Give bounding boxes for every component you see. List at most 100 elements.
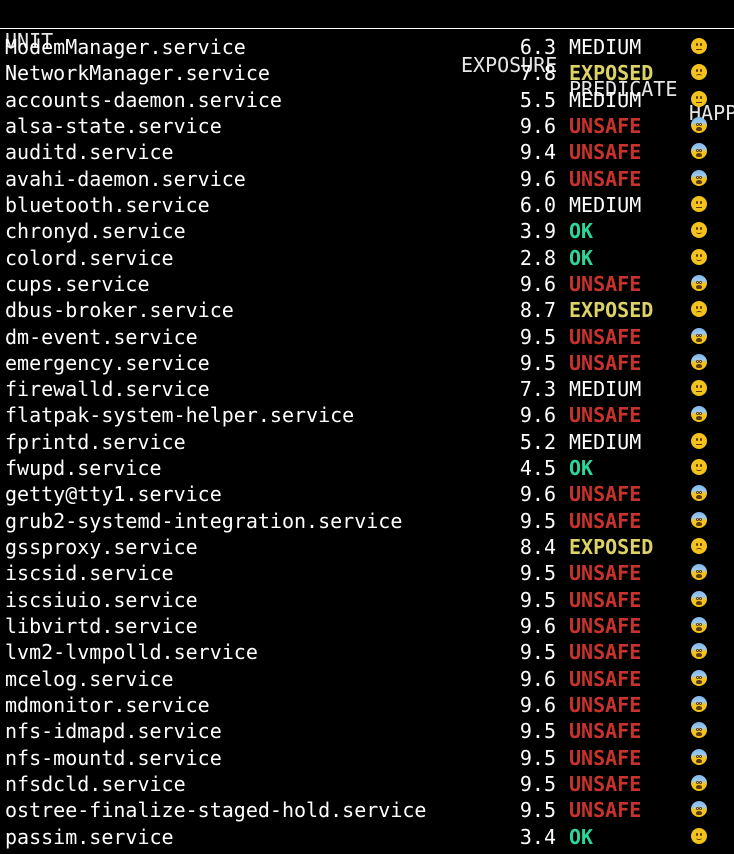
unit-name: avahi-daemon.service xyxy=(5,166,246,191)
predicate-value: OK xyxy=(569,219,594,244)
exposure-value: 9.4 xyxy=(519,140,556,165)
exposure-value: 9.5 xyxy=(519,350,556,375)
fearful-face-icon xyxy=(691,590,707,607)
unit-name: iscsid.service xyxy=(5,561,174,586)
happy-cell xyxy=(689,402,709,428)
slightly-smiling-face-icon xyxy=(691,222,707,239)
unit-name: ostree-finalize-staged-hold.service xyxy=(5,798,427,823)
predicate-value: UNSAFE xyxy=(569,350,642,375)
happy-cell xyxy=(689,666,709,692)
predicate-value: UNSAFE xyxy=(569,271,642,296)
table-row: grub2-systemd-integration.service 9.5 UNSA… xyxy=(0,508,734,534)
table-row: alsa-state.service 9.6 UNSAFE xyxy=(0,113,734,139)
happy-cell xyxy=(689,824,709,850)
unit-name: grub2-systemd-integration.service xyxy=(5,508,403,533)
unit-name: auditd.service xyxy=(5,140,174,165)
neutral-face-icon xyxy=(691,380,707,397)
table-row: colord.service 2.8 OK xyxy=(0,245,734,271)
exposure-value: 9.5 xyxy=(519,745,556,770)
table-row: nfs-idmapd.service 9.5 UNSAFE xyxy=(0,718,734,744)
fearful-face-icon xyxy=(691,669,707,686)
unit-name: iscsiuio.service xyxy=(5,587,198,612)
predicate-value: EXPOSED xyxy=(569,535,654,560)
table-row: nfs-mountd.service 9.5 UNSAFE xyxy=(0,745,734,771)
unit-name: emergency.service xyxy=(5,350,210,375)
neutral-face-icon xyxy=(691,38,707,54)
exposure-value: 8.7 xyxy=(519,298,556,323)
header-underline xyxy=(0,28,734,29)
neutral-face-icon xyxy=(691,90,707,107)
predicate-value: MEDIUM xyxy=(569,429,642,454)
table-row: mcelog.service 9.6 UNSAFE xyxy=(0,666,734,692)
fearful-face-icon xyxy=(691,406,707,423)
fearful-face-icon xyxy=(691,116,707,133)
fearful-face-icon xyxy=(691,327,707,344)
predicate-value: EXPOSED xyxy=(569,298,654,323)
unit-name: libvirtd.service xyxy=(5,614,198,639)
slightly-frowning-face-icon xyxy=(691,301,707,318)
predicate-value: UNSAFE xyxy=(569,508,642,533)
exposure-value: 3.9 xyxy=(519,219,556,244)
table-header: UNIT EXPOSURE PREDICATE HAPP xyxy=(0,5,734,125)
table-row: accounts-daemon.service 5.5 MEDIUM xyxy=(0,87,734,113)
exposure-value: 9.5 xyxy=(519,587,556,612)
exposure-value: 2.8 xyxy=(519,245,556,270)
exposure-value: 9.6 xyxy=(519,666,556,691)
exposure-value: 9.5 xyxy=(519,324,556,349)
predicate-value: MEDIUM xyxy=(569,35,642,59)
table-row: cups.service 9.6 UNSAFE xyxy=(0,271,734,297)
exposure-value: 9.6 xyxy=(519,614,556,639)
happy-cell xyxy=(689,587,709,613)
unit-name: cups.service xyxy=(5,271,150,296)
predicate-value: OK xyxy=(569,456,594,481)
unit-name: dbus-broker.service xyxy=(5,298,234,323)
exposure-value: 4.5 xyxy=(519,456,556,481)
exposure-value: 9.5 xyxy=(519,719,556,744)
table-row: auditd.service 9.4 UNSAFE xyxy=(0,139,734,165)
unit-name: gssproxy.service xyxy=(5,535,198,560)
unit-name: ModemManager.service xyxy=(5,35,246,59)
predicate-value: UNSAFE xyxy=(569,324,642,349)
predicate-value: UNSAFE xyxy=(569,561,642,586)
happy-cell xyxy=(689,376,709,402)
exposure-value: 6.3 xyxy=(519,35,556,59)
unit-name: nfs-idmapd.service xyxy=(5,719,222,744)
table-row: ostree-finalize-staged-hold.service 9.5 UN… xyxy=(0,797,734,823)
table-row: flatpak-system-helper.service 9.6 UNSAFE xyxy=(0,402,734,428)
happy-cell xyxy=(689,508,709,534)
unit-name: fprintd.service xyxy=(5,429,186,454)
table-row: iscsiuio.service 9.5 UNSAFE xyxy=(0,587,734,613)
happy-cell xyxy=(689,350,709,376)
unit-name: dm-event.service xyxy=(5,324,198,349)
happy-cell xyxy=(689,639,709,665)
table-row: NetworkManager.service 7.8 EXPOSED xyxy=(0,60,734,86)
predicate-value: UNSAFE xyxy=(569,482,642,507)
slightly-smiling-face-icon xyxy=(691,459,707,476)
predicate-value: UNSAFE xyxy=(569,587,642,612)
table-row: chronyd.service 3.9 OK xyxy=(0,218,734,244)
happy-cell xyxy=(689,139,709,165)
predicate-value: UNSAFE xyxy=(569,666,642,691)
happy-cell xyxy=(689,113,709,139)
fearful-face-icon xyxy=(691,485,707,502)
fearful-face-icon xyxy=(691,748,707,765)
unit-name: lvm2-lvmpolld.service xyxy=(5,640,258,665)
table-row: gssproxy.service 8.4 EXPOSED xyxy=(0,534,734,560)
fearful-face-icon xyxy=(691,643,707,660)
table-row: dbus-broker.service 8.7 EXPOSED xyxy=(0,297,734,323)
table-row: dm-event.service 9.5 UNSAFE xyxy=(0,324,734,350)
exposure-value: 9.5 xyxy=(519,771,556,796)
happy-cell xyxy=(689,560,709,586)
predicate-value: MEDIUM xyxy=(569,192,642,217)
exposure-value: 3.4 xyxy=(519,824,556,849)
predicate-value: MEDIUM xyxy=(569,87,642,112)
terminal-window: UNIT EXPOSURE PREDICATE HAPP ModemManage… xyxy=(0,0,734,854)
exposure-value: 7.3 xyxy=(519,377,556,402)
exposure-value: 9.6 xyxy=(519,166,556,191)
unit-name: firewalld.service xyxy=(5,377,210,402)
table-row: getty@tty1.service 9.6 UNSAFE xyxy=(0,481,734,507)
predicate-value: OK xyxy=(569,245,594,270)
exposure-value: 9.6 xyxy=(519,271,556,296)
predicate-value: UNSAFE xyxy=(569,614,642,639)
happy-cell xyxy=(689,297,709,323)
